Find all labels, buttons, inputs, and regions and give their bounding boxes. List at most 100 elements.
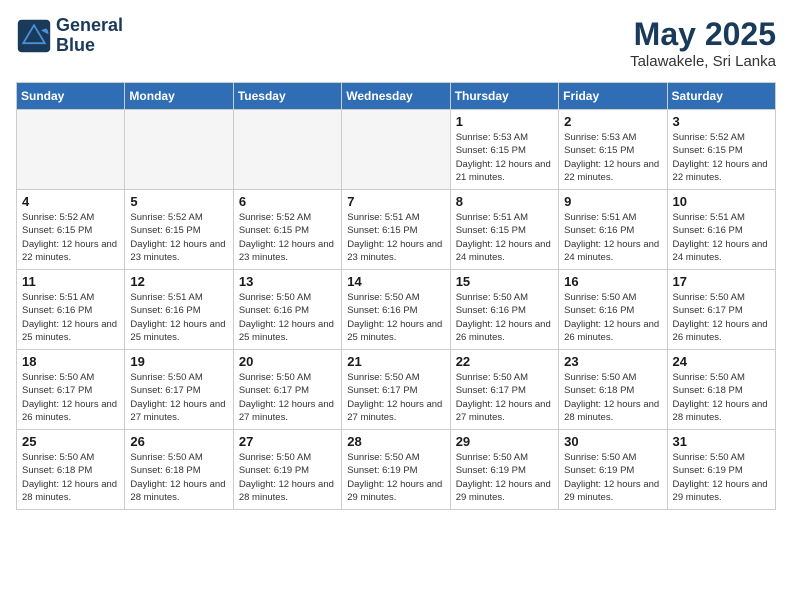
weekday-header: Saturday (667, 83, 775, 110)
day-info: Sunrise: 5:51 AMSunset: 6:16 PMDaylight:… (564, 211, 661, 264)
calendar-cell: 22 Sunrise: 5:50 AMSunset: 6:17 PMDayligh… (450, 350, 558, 430)
day-info: Sunrise: 5:50 AMSunset: 6:16 PMDaylight:… (564, 291, 661, 344)
day-info: Sunrise: 5:50 AMSunset: 6:17 PMDaylight:… (130, 371, 227, 424)
calendar-cell: 15 Sunrise: 5:50 AMSunset: 6:16 PMDayligh… (450, 270, 558, 350)
location: Talawakele, Sri Lanka (630, 53, 776, 70)
calendar-cell: 29 Sunrise: 5:50 AMSunset: 6:19 PMDayligh… (450, 430, 558, 510)
day-number: 27 (239, 434, 336, 449)
calendar-cell: 30 Sunrise: 5:50 AMSunset: 6:19 PMDayligh… (559, 430, 667, 510)
day-info: Sunrise: 5:52 AMSunset: 6:15 PMDaylight:… (130, 211, 227, 264)
weekday-header: Monday (125, 83, 233, 110)
day-number: 8 (456, 194, 553, 209)
calendar-cell: 31 Sunrise: 5:50 AMSunset: 6:19 PMDayligh… (667, 430, 775, 510)
calendar-cell: 25 Sunrise: 5:50 AMSunset: 6:18 PMDayligh… (17, 430, 125, 510)
day-info: Sunrise: 5:52 AMSunset: 6:15 PMDaylight:… (22, 211, 119, 264)
day-number: 1 (456, 114, 553, 129)
calendar-cell (17, 110, 125, 190)
day-number: 29 (456, 434, 553, 449)
day-number: 25 (22, 434, 119, 449)
day-number: 26 (130, 434, 227, 449)
day-number: 31 (673, 434, 770, 449)
day-number: 19 (130, 354, 227, 369)
calendar-cell: 1 Sunrise: 5:53 AMSunset: 6:15 PMDaylight… (450, 110, 558, 190)
calendar-cell: 21Sunrise: 5:50 AMSunset: 6:17 PMDayligh… (342, 350, 450, 430)
day-info: Sunrise: 5:50 AMSunset: 6:19 PMDaylight:… (347, 451, 444, 504)
weekday-header: Wednesday (342, 83, 450, 110)
day-info: Sunrise: 5:51 AMSunset: 6:16 PMDaylight:… (130, 291, 227, 344)
calendar-cell: 12 Sunrise: 5:51 AMSunset: 6:16 PMDayligh… (125, 270, 233, 350)
day-info: Sunrise: 5:50 AMSunset: 6:18 PMDaylight:… (673, 371, 770, 424)
day-number: 11 (22, 274, 119, 289)
day-number: 17 (673, 274, 770, 289)
calendar-cell: 11 Sunrise: 5:51 AMSunset: 6:16 PMDayligh… (17, 270, 125, 350)
calendar-cell (342, 110, 450, 190)
day-number: 14 (347, 274, 444, 289)
day-number: 5 (130, 194, 227, 209)
day-info: Sunrise: 5:53 AMSunset: 6:15 PMDaylight:… (456, 131, 553, 184)
calendar-cell: 13Sunrise: 5:50 AMSunset: 6:16 PMDayligh… (233, 270, 341, 350)
calendar-cell: 8 Sunrise: 5:51 AMSunset: 6:15 PMDaylight… (450, 190, 558, 270)
weekday-header: Thursday (450, 83, 558, 110)
day-number: 3 (673, 114, 770, 129)
day-info: Sunrise: 5:51 AMSunset: 6:15 PMDaylight:… (456, 211, 553, 264)
day-number: 28 (347, 434, 444, 449)
calendar-cell: 27 Sunrise: 5:50 AMSunset: 6:19 PMDayligh… (233, 430, 341, 510)
calendar-cell: 10Sunrise: 5:51 AMSunset: 6:16 PMDayligh… (667, 190, 775, 270)
day-info: Sunrise: 5:50 AMSunset: 6:17 PMDaylight:… (673, 291, 770, 344)
day-info: Sunrise: 5:51 AMSunset: 6:15 PMDaylight:… (347, 211, 444, 264)
calendar-cell: 4 Sunrise: 5:52 AMSunset: 6:15 PMDaylight… (17, 190, 125, 270)
calendar-cell: 20 Sunrise: 5:50 AMSunset: 6:17 PMDayligh… (233, 350, 341, 430)
calendar-cell: 3 Sunrise: 5:52 AMSunset: 6:15 PMDaylight… (667, 110, 775, 190)
day-number: 30 (564, 434, 661, 449)
day-info: Sunrise: 5:52 AMSunset: 6:15 PMDaylight:… (239, 211, 336, 264)
day-number: 9 (564, 194, 661, 209)
weekday-header: Tuesday (233, 83, 341, 110)
title-block: May 2025 Talawakele, Sri Lanka (630, 16, 776, 70)
day-info: Sunrise: 5:50 AMSunset: 6:16 PMDaylight:… (456, 291, 553, 344)
logo-text: General Blue (56, 16, 123, 56)
day-number: 15 (456, 274, 553, 289)
day-info: Sunrise: 5:50 AMSunset: 6:19 PMDaylight:… (564, 451, 661, 504)
day-info: Sunrise: 5:51 AMSunset: 6:16 PMDaylight:… (22, 291, 119, 344)
calendar-cell: 28 Sunrise: 5:50 AMSunset: 6:19 PMDayligh… (342, 430, 450, 510)
calendar-cell: 24 Sunrise: 5:50 AMSunset: 6:18 PMDayligh… (667, 350, 775, 430)
calendar-cell: 26Sunrise: 5:50 AMSunset: 6:18 PMDayligh… (125, 430, 233, 510)
day-number: 4 (22, 194, 119, 209)
day-number: 16 (564, 274, 661, 289)
day-number: 6 (239, 194, 336, 209)
day-number: 12 (130, 274, 227, 289)
day-number: 21 (347, 354, 444, 369)
page-header: General Blue May 2025 Talawakele, Sri La… (16, 16, 776, 70)
month-year: May 2025 (630, 16, 776, 53)
day-number: 10 (673, 194, 770, 209)
calendar-cell: 23 Sunrise: 5:50 AMSunset: 6:18 PMDayligh… (559, 350, 667, 430)
calendar-cell: 6 Sunrise: 5:52 AMSunset: 6:15 PMDaylight… (233, 190, 341, 270)
calendar-cell: 9 Sunrise: 5:51 AMSunset: 6:16 PMDaylight… (559, 190, 667, 270)
day-info: Sunrise: 5:50 AMSunset: 6:19 PMDaylight:… (239, 451, 336, 504)
day-info: Sunrise: 5:50 AMSunset: 6:16 PMDaylight:… (347, 291, 444, 344)
day-info: Sunrise: 5:50 AMSunset: 6:19 PMDaylight:… (673, 451, 770, 504)
day-number: 22 (456, 354, 553, 369)
day-info: Sunrise: 5:50 AMSunset: 6:18 PMDaylight:… (22, 451, 119, 504)
day-info: Sunrise: 5:50 AMSunset: 6:18 PMDaylight:… (564, 371, 661, 424)
calendar-cell: 7Sunrise: 5:51 AMSunset: 6:15 PMDaylight… (342, 190, 450, 270)
calendar-cell: 19 Sunrise: 5:50 AMSunset: 6:17 PMDayligh… (125, 350, 233, 430)
day-info: Sunrise: 5:50 AMSunset: 6:19 PMDaylight:… (456, 451, 553, 504)
day-number: 20 (239, 354, 336, 369)
calendar-table: SundayMondayTuesdayWednesdayThursdayFrid… (16, 82, 776, 510)
day-number: 13 (239, 274, 336, 289)
day-info: Sunrise: 5:50 AMSunset: 6:17 PMDaylight:… (22, 371, 119, 424)
day-info: Sunrise: 5:53 AMSunset: 6:15 PMDaylight:… (564, 131, 661, 184)
day-info: Sunrise: 5:50 AMSunset: 6:17 PMDaylight:… (239, 371, 336, 424)
calendar-cell: 5 Sunrise: 5:52 AMSunset: 6:15 PMDaylight… (125, 190, 233, 270)
calendar-cell: 14 Sunrise: 5:50 AMSunset: 6:16 PMDayligh… (342, 270, 450, 350)
calendar-cell: 17 Sunrise: 5:50 AMSunset: 6:17 PMDayligh… (667, 270, 775, 350)
calendar-cell (125, 110, 233, 190)
day-number: 23 (564, 354, 661, 369)
day-number: 24 (673, 354, 770, 369)
calendar-cell: 2Sunrise: 5:53 AMSunset: 6:15 PMDaylight… (559, 110, 667, 190)
day-info: Sunrise: 5:50 AMSunset: 6:17 PMDaylight:… (456, 371, 553, 424)
day-info: Sunrise: 5:52 AMSunset: 6:15 PMDaylight:… (673, 131, 770, 184)
calendar-cell: 16 Sunrise: 5:50 AMSunset: 6:16 PMDayligh… (559, 270, 667, 350)
calendar-cell (233, 110, 341, 190)
